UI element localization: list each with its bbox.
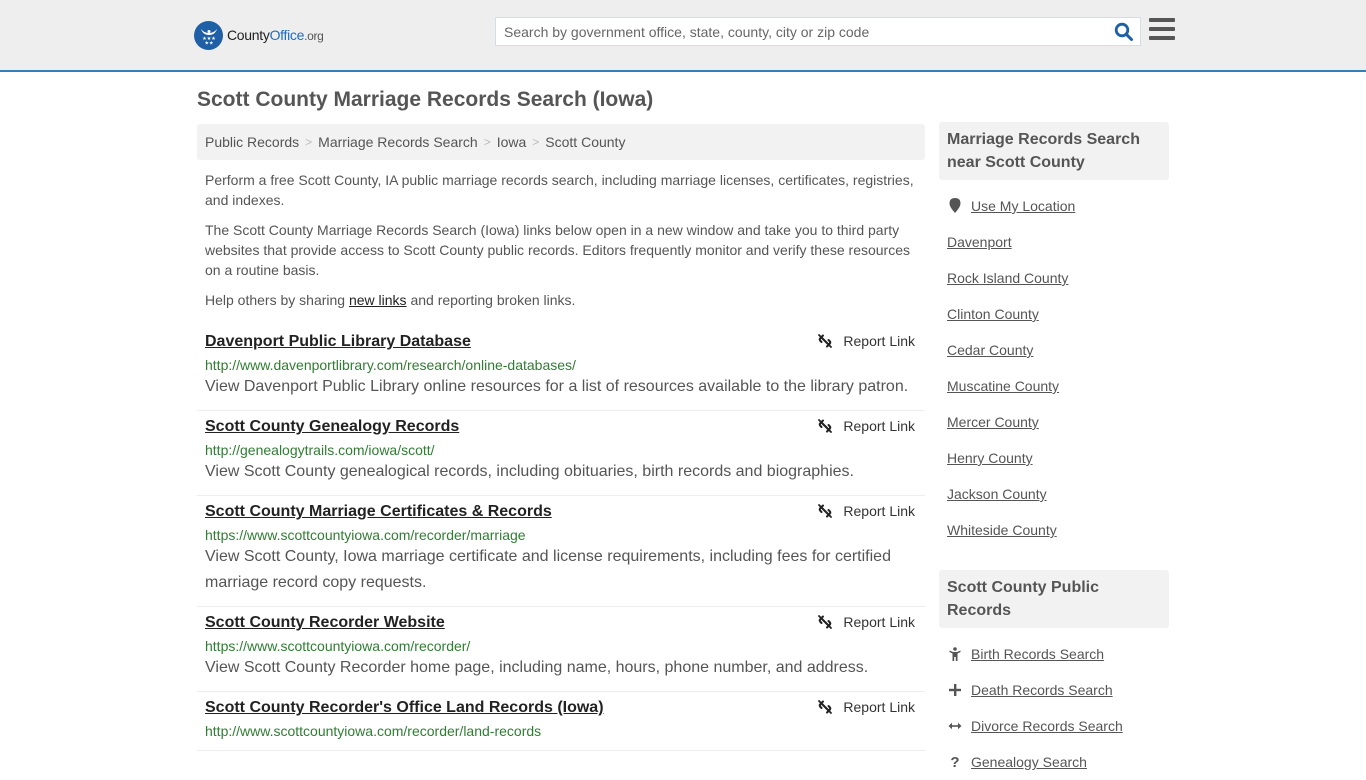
result-item: Scott County Genealogy Records http://ge… xyxy=(197,411,925,496)
nearby-link-rock-island-county[interactable]: Rock Island County xyxy=(947,270,1068,286)
plus-icon xyxy=(947,682,963,698)
arrows-horizontal-icon xyxy=(947,718,963,734)
main-content: Public Records > Marriage Records Search… xyxy=(197,124,925,751)
result-title-link[interactable]: Scott County Recorder Website xyxy=(205,613,445,633)
intro-paragraph-2: The Scott County Marriage Records Search… xyxy=(205,222,911,278)
report-link-button[interactable]: Report Link xyxy=(817,699,915,715)
result-description: View Scott County, Iowa marriage certifi… xyxy=(205,548,891,591)
breadcrumb-marriage-records[interactable]: Marriage Records Search xyxy=(318,134,478,150)
divorce-records-link[interactable]: Divorce Records Search xyxy=(971,718,1123,734)
result-url: http://www.davenportlibrary.com/research… xyxy=(205,357,576,373)
nearby-item: Jackson County xyxy=(947,476,1161,512)
site-logo[interactable]: ★★★ ★★ CountyOffice.org xyxy=(194,20,324,50)
breadcrumb: Public Records > Marriage Records Search… xyxy=(197,124,925,160)
result-item: Davenport Public Library Database http:/… xyxy=(197,326,925,411)
nearby-list: Use My Location Davenport Rock Island Co… xyxy=(939,180,1169,548)
result-url: https://www.scottcountyiowa.com/recorder… xyxy=(205,638,471,654)
use-my-location-link[interactable]: Use My Location xyxy=(971,198,1075,214)
intro-text: Perform a free Scott County, IA public m… xyxy=(197,170,925,310)
nearby-heading: Marriage Records Search near Scott Count… xyxy=(939,122,1169,180)
death-records-link[interactable]: Death Records Search xyxy=(971,682,1113,698)
broken-link-icon xyxy=(818,419,833,433)
breadcrumb-public-records[interactable]: Public Records xyxy=(205,134,299,150)
result-title-link[interactable]: Davenport Public Library Database xyxy=(205,332,471,352)
nearby-item: Rock Island County xyxy=(947,260,1161,296)
public-record-item: Birth Records Search xyxy=(947,636,1161,672)
nearby-item: Whiteside County xyxy=(947,512,1161,548)
nearby-item: Henry County xyxy=(947,440,1161,476)
search-icon[interactable] xyxy=(1114,22,1134,42)
report-link-button[interactable]: Report Link xyxy=(817,614,915,630)
nearby-link-davenport[interactable]: Davenport xyxy=(947,234,1012,250)
report-link-button[interactable]: Report Link xyxy=(817,503,915,519)
nearby-link-clinton-county[interactable]: Clinton County xyxy=(947,306,1039,322)
nearby-item: Clinton County xyxy=(947,296,1161,332)
new-links-link[interactable]: new links xyxy=(349,292,407,308)
result-title-link[interactable]: Scott County Genealogy Records xyxy=(205,417,459,437)
birth-records-link[interactable]: Birth Records Search xyxy=(971,646,1104,662)
result-item: Scott County Recorder Website https://ww… xyxy=(197,607,925,692)
broken-link-icon xyxy=(818,504,833,518)
breadcrumb-separator: > xyxy=(483,135,491,149)
broken-link-icon xyxy=(818,615,833,629)
nearby-link-cedar-county[interactable]: Cedar County xyxy=(947,342,1033,358)
breadcrumb-separator: > xyxy=(305,135,313,149)
page-title: Scott County Marriage Records Search (Io… xyxy=(197,88,654,111)
logo-text: CountyOffice.org xyxy=(227,27,324,43)
report-link-button[interactable]: Report Link xyxy=(817,333,915,349)
site-header: ★★★ ★★ CountyOffice.org xyxy=(0,0,1366,72)
result-url: http://www.scottcountyiowa.com/recorder/… xyxy=(205,723,542,739)
child-icon xyxy=(947,646,963,662)
breadcrumb-separator: > xyxy=(532,135,540,149)
nearby-item: Cedar County xyxy=(947,332,1161,368)
intro-paragraph-3: Help others by sharing new links and rep… xyxy=(205,292,576,308)
nearby-item: Muscatine County xyxy=(947,368,1161,404)
hamburger-menu-icon[interactable] xyxy=(1149,18,1175,42)
nearby-link-whiteside-county[interactable]: Whiteside County xyxy=(947,522,1057,538)
results-list: Davenport Public Library Database http:/… xyxy=(197,326,925,751)
nearby-link-mercer-county[interactable]: Mercer County xyxy=(947,414,1039,430)
search-input[interactable] xyxy=(496,18,1106,45)
result-title-link[interactable]: Scott County Marriage Certificates & Rec… xyxy=(205,502,552,522)
sidebar: Marriage Records Search near Scott Count… xyxy=(939,122,1169,780)
public-record-item: Death Records Search xyxy=(947,672,1161,708)
broken-link-icon xyxy=(818,334,833,348)
nearby-item: Mercer County xyxy=(947,404,1161,440)
public-record-item: Divorce Records Search xyxy=(947,708,1161,744)
public-records-list: Birth Records Search Death Records Searc… xyxy=(939,628,1169,780)
intro-paragraph-1: Perform a free Scott County, IA public m… xyxy=(205,172,914,208)
header-inner: ★★★ ★★ CountyOffice.org xyxy=(194,0,1176,70)
nearby-link-henry-county[interactable]: Henry County xyxy=(947,450,1033,466)
public-records-block: Scott County Public Records Birth Record… xyxy=(939,570,1169,780)
map-marker-icon xyxy=(947,198,963,214)
public-record-item: ? Genealogy Search xyxy=(947,744,1161,780)
result-description: View Scott County Recorder home page, in… xyxy=(205,659,869,676)
breadcrumb-iowa[interactable]: Iowa xyxy=(497,134,527,150)
result-url: http://genealogytrails.com/iowa/scott/ xyxy=(205,442,435,458)
result-description: View Davenport Public Library online res… xyxy=(205,378,909,395)
search-box xyxy=(495,17,1141,46)
result-item: Scott County Recorder's Office Land Reco… xyxy=(197,692,925,751)
use-my-location-item: Use My Location xyxy=(947,188,1161,224)
svg-text:★★: ★★ xyxy=(204,41,213,47)
result-url: https://www.scottcountyiowa.com/recorder… xyxy=(205,527,526,543)
report-link-button[interactable]: Report Link xyxy=(817,418,915,434)
broken-link-icon xyxy=(818,700,833,714)
result-description: View Scott County genealogical records, … xyxy=(205,463,854,480)
nearby-link-muscatine-county[interactable]: Muscatine County xyxy=(947,378,1059,394)
result-title-link[interactable]: Scott County Recorder's Office Land Reco… xyxy=(205,698,604,718)
nearby-item: Davenport xyxy=(947,224,1161,260)
breadcrumb-scott-county[interactable]: Scott County xyxy=(545,134,625,150)
public-records-heading: Scott County Public Records xyxy=(939,570,1169,628)
nearby-link-jackson-county[interactable]: Jackson County xyxy=(947,486,1047,502)
eagle-stars-icon: ★★★ ★★ xyxy=(194,20,223,50)
result-item: Scott County Marriage Certificates & Rec… xyxy=(197,496,925,607)
